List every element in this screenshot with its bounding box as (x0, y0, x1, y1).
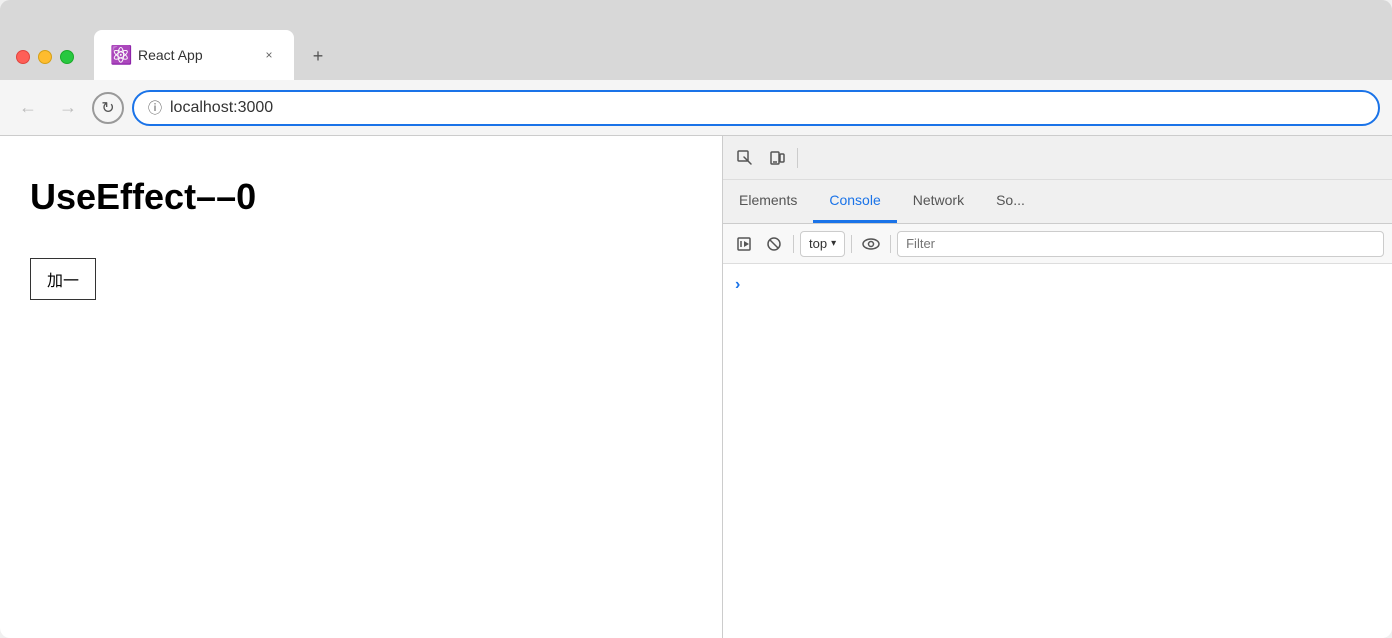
traffic-lights (0, 50, 90, 80)
address-text: localhost:3000 (170, 99, 1364, 117)
title-bar: ⚛️ React App × + (0, 0, 1392, 80)
add-one-button[interactable]: 加一 (30, 258, 96, 300)
device-toggle-button[interactable] (763, 144, 791, 172)
traffic-light-yellow[interactable] (38, 50, 52, 64)
console-separator-3 (890, 235, 891, 253)
reload-button[interactable]: ↻ (92, 92, 124, 124)
nav-bar: ← → ↻ ⓘ localhost:3000 (0, 80, 1392, 136)
page-content: UseEffect––0 加一 (0, 136, 722, 638)
console-separator-2 (851, 235, 852, 253)
console-eye-button[interactable] (858, 231, 884, 257)
address-bar[interactable]: ⓘ localhost:3000 (132, 90, 1380, 126)
devtools-top-toolbar (723, 136, 1392, 180)
tab-bar: ⚛️ React App × + (90, 30, 1392, 80)
tab-network[interactable]: Network (897, 180, 980, 223)
console-toolbar: top ▾ (723, 224, 1392, 264)
console-content: › (723, 264, 1392, 638)
tab-sources[interactable]: So... (980, 180, 1041, 223)
console-separator-1 (793, 235, 794, 253)
devtools-panel: Elements Console Network So... (722, 136, 1392, 638)
main-area: UseEffect––0 加一 (0, 136, 1392, 638)
browser-window: ⚛️ React App × + ← → ↻ ⓘ localhost:3000 … (0, 0, 1392, 638)
back-button[interactable]: ← (12, 92, 44, 124)
console-chevron: › (731, 272, 1384, 298)
devtools-tabs: Elements Console Network So... (723, 180, 1392, 224)
tab-favicon: ⚛️ (110, 45, 130, 65)
tab-console[interactable]: Console (813, 180, 896, 223)
console-filter-input[interactable] (897, 231, 1384, 257)
page-heading: UseEffect––0 (30, 176, 692, 218)
browser-tab-active[interactable]: ⚛️ React App × (94, 30, 294, 80)
address-info-icon: ⓘ (148, 98, 162, 118)
console-play-button[interactable] (731, 231, 757, 257)
new-tab-button[interactable]: + (302, 40, 334, 72)
traffic-light-red[interactable] (16, 50, 30, 64)
forward-button[interactable]: → (52, 92, 84, 124)
tab-title: React App (138, 47, 252, 63)
console-clear-button[interactable] (761, 231, 787, 257)
inspect-element-button[interactable] (731, 144, 759, 172)
toolbar-separator (797, 148, 798, 168)
traffic-light-green[interactable] (60, 50, 74, 64)
tab-close-button[interactable]: × (260, 46, 278, 64)
console-context-selector[interactable]: top ▾ (800, 231, 845, 257)
tab-elements[interactable]: Elements (723, 180, 813, 223)
